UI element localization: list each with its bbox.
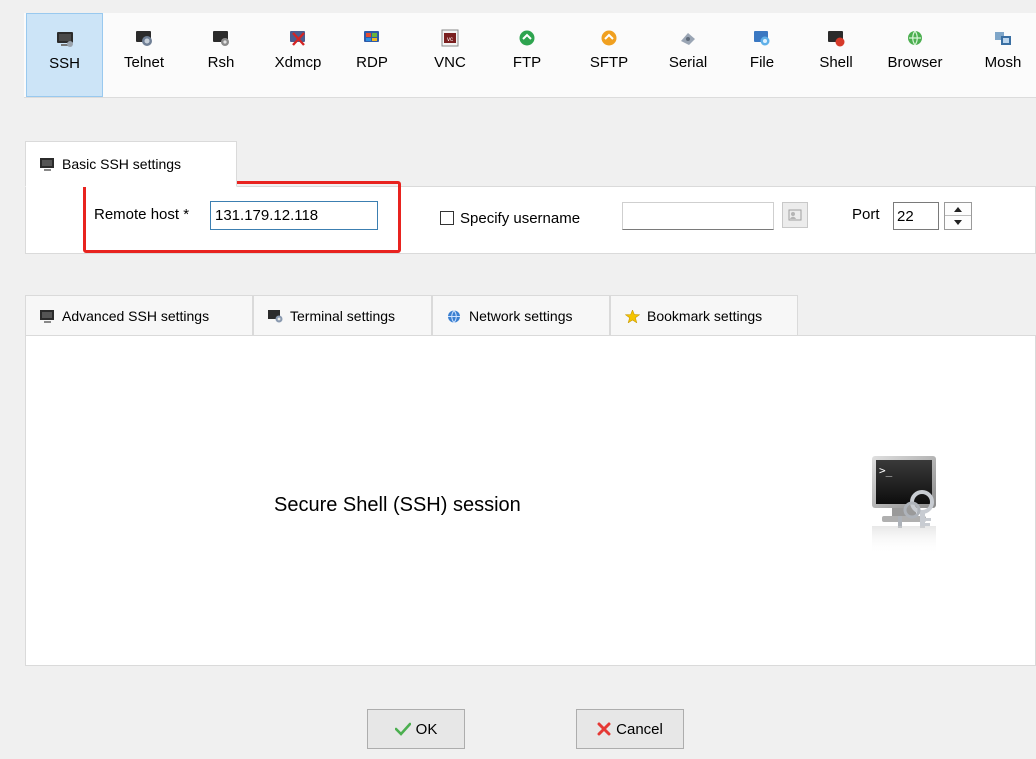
session-type-label: Shell	[819, 54, 853, 71]
session-type-label: FTP	[512, 54, 542, 71]
check-icon	[394, 722, 411, 736]
terminal-icon	[40, 157, 54, 171]
tab-label: Network settings	[469, 308, 573, 324]
port-input[interactable]	[893, 202, 939, 230]
session-type-label: File	[749, 54, 775, 71]
session-type-ssh[interactable]: SSH	[26, 13, 103, 97]
session-type-xdmcp[interactable]: Xdmcp	[261, 13, 335, 97]
tab-advanced-ssh-settings[interactable]: Advanced SSH settings	[25, 295, 253, 336]
session-type-serial[interactable]: Serial	[656, 13, 720, 97]
network-icon	[448, 309, 460, 323]
session-type-mosh[interactable]: Mosh	[976, 13, 1030, 97]
serial-icon	[681, 33, 695, 45]
session-type-label: Xdmcp	[274, 54, 322, 71]
tab-bookmark-settings[interactable]: Bookmark settings	[610, 295, 798, 336]
svg-text:vc: vc	[447, 37, 453, 43]
tab-label: Advanced SSH settings	[62, 308, 210, 324]
tab-terminal-settings[interactable]: Terminal settings	[253, 295, 432, 336]
session-type-toolbar: SSH Telnet Rsh Xdmcp RDP vc VNC FTP SFTP…	[24, 13, 1036, 98]
session-type-label: Rsh	[207, 54, 235, 71]
session-type-label: SFTP	[589, 54, 629, 71]
vnc-icon: vc	[441, 29, 459, 47]
port-increment-button[interactable]	[945, 203, 971, 216]
tab-network-settings[interactable]: Network settings	[432, 295, 610, 336]
session-description: Secure Shell (SSH) session	[274, 494, 521, 516]
session-type-rdp[interactable]: RDP	[344, 13, 400, 97]
user-credentials-button[interactable]	[782, 202, 808, 228]
port-decrement-button[interactable]	[945, 216, 971, 229]
cancel-label: Cancel	[616, 720, 663, 738]
session-type-ftp[interactable]: FTP	[499, 13, 555, 97]
session-type-label: Serial	[668, 54, 708, 71]
session-type-sftp[interactable]: SFTP	[577, 13, 641, 97]
session-type-label: VNC	[434, 54, 466, 71]
session-type-label: Browser	[887, 54, 943, 71]
tab-label: Basic SSH settings	[62, 156, 182, 172]
port-spinner	[944, 202, 972, 230]
terminal-icon	[40, 309, 54, 323]
terminal-settings-icon	[268, 309, 283, 322]
ftp-icon	[519, 30, 535, 46]
session-type-rsh[interactable]: Rsh	[196, 13, 246, 97]
close-icon	[597, 722, 611, 736]
session-type-label: RDP	[356, 54, 388, 71]
shell-icon	[828, 31, 845, 47]
tab-label: Bookmark settings	[647, 308, 763, 324]
mosh-icon	[995, 32, 1011, 45]
remote-host-input[interactable]	[210, 201, 378, 230]
session-type-label: SSH	[49, 55, 80, 72]
telnet-icon	[136, 31, 152, 46]
ssh-session-illustration-icon: >_	[872, 456, 936, 554]
browser-icon	[908, 30, 922, 46]
username-input[interactable]	[622, 202, 774, 230]
specify-username-checkbox[interactable]	[440, 211, 454, 225]
session-type-shell[interactable]: Shell	[810, 13, 862, 97]
tab-label: Terminal settings	[290, 308, 396, 324]
svg-text:>_: >_	[879, 464, 893, 477]
ok-label: OK	[415, 720, 438, 738]
specify-username-label[interactable]: Specify username	[460, 210, 580, 227]
star-icon	[625, 309, 640, 323]
session-type-label: Mosh	[984, 54, 1022, 71]
arrow-down-icon	[954, 220, 962, 225]
cancel-button[interactable]: Cancel	[576, 709, 684, 749]
file-icon	[754, 31, 770, 46]
ok-button[interactable]: OK	[367, 709, 465, 749]
sftp-icon	[601, 30, 617, 46]
rsh-icon	[213, 31, 229, 46]
rdp-icon	[364, 31, 379, 42]
remote-host-label: Remote host *	[94, 206, 190, 223]
arrow-up-icon	[954, 206, 962, 212]
xdmcp-icon	[290, 31, 305, 46]
user-icon	[788, 209, 802, 221]
session-type-telnet[interactable]: Telnet	[112, 13, 176, 97]
session-type-browser[interactable]: Browser	[876, 13, 954, 97]
tab-basic-ssh-settings[interactable]: Basic SSH settings	[25, 141, 237, 187]
session-type-label: Telnet	[123, 54, 165, 71]
ssh-icon	[56, 32, 73, 47]
session-type-file[interactable]: File	[740, 13, 784, 97]
session-type-vnc[interactable]: vc VNC	[422, 13, 478, 97]
port-label: Port	[852, 206, 880, 223]
